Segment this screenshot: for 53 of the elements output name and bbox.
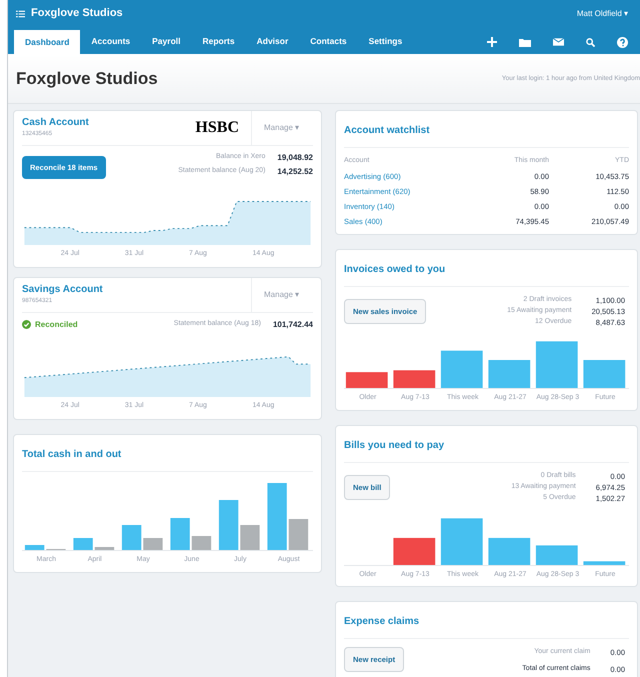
bar <box>393 537 436 564</box>
bar <box>240 525 260 550</box>
bar <box>346 372 388 388</box>
plus-icon[interactable] <box>487 37 497 47</box>
bank-logo: HSBC <box>194 118 240 138</box>
balance-value: 14,252.52 <box>277 166 313 178</box>
nav-tab[interactable]: Reports <box>192 29 246 53</box>
bar <box>143 538 163 550</box>
bar <box>488 360 530 388</box>
org-name[interactable]: Foxglove Studios <box>31 5 123 22</box>
nav-tab[interactable]: Payroll <box>141 29 192 53</box>
bar <box>440 518 483 564</box>
help-icon[interactable] <box>617 36 628 48</box>
bar <box>536 342 578 388</box>
manage-dropdown[interactable]: Manage ▾ <box>264 289 300 301</box>
card-title: Account watchlist <box>344 125 430 136</box>
bar <box>440 350 483 388</box>
manage-dropdown[interactable]: Manage ▾ <box>264 122 300 134</box>
card-title: Invoices owed to you <box>344 264 446 274</box>
bar <box>583 360 626 388</box>
folder-icon[interactable] <box>519 38 531 46</box>
card-title: Total cash in and out <box>22 449 122 460</box>
bar <box>288 519 308 550</box>
nav-tab[interactable]: Contacts <box>299 29 358 53</box>
account-name[interactable]: Savings Account <box>22 284 251 297</box>
search-icon[interactable] <box>586 38 595 46</box>
bar <box>192 536 212 550</box>
bar <box>267 483 287 550</box>
nav-tab[interactable]: Accounts <box>80 29 142 53</box>
bar <box>24 545 44 550</box>
page-title: Foxglove Studios <box>16 68 158 90</box>
menu-icon[interactable] <box>16 10 25 18</box>
balance-value: 101,742.44 <box>272 318 313 331</box>
nav-tab[interactable]: Settings <box>358 29 414 53</box>
balance-value: 19,048.92 <box>277 152 313 164</box>
bar <box>94 547 114 550</box>
bar <box>170 518 190 550</box>
bar <box>73 538 93 550</box>
nav-tab[interactable]: Dashboard <box>14 30 80 54</box>
bar <box>488 537 530 564</box>
check-icon <box>22 320 31 330</box>
bar <box>393 370 436 388</box>
bar <box>218 500 238 550</box>
bar <box>122 525 142 550</box>
account-name[interactable]: Cash Account <box>22 117 184 130</box>
bar <box>536 544 578 564</box>
card-title: Bills you need to pay <box>344 440 444 451</box>
reconciled-status: Reconciled <box>35 318 78 331</box>
nav-tab[interactable]: Advisor <box>246 29 300 53</box>
user-menu[interactable]: Matt Oldfield ▾ <box>576 8 628 20</box>
bar <box>583 560 626 564</box>
card-title: Expense claims <box>344 616 420 627</box>
mail-icon[interactable] <box>553 38 564 46</box>
